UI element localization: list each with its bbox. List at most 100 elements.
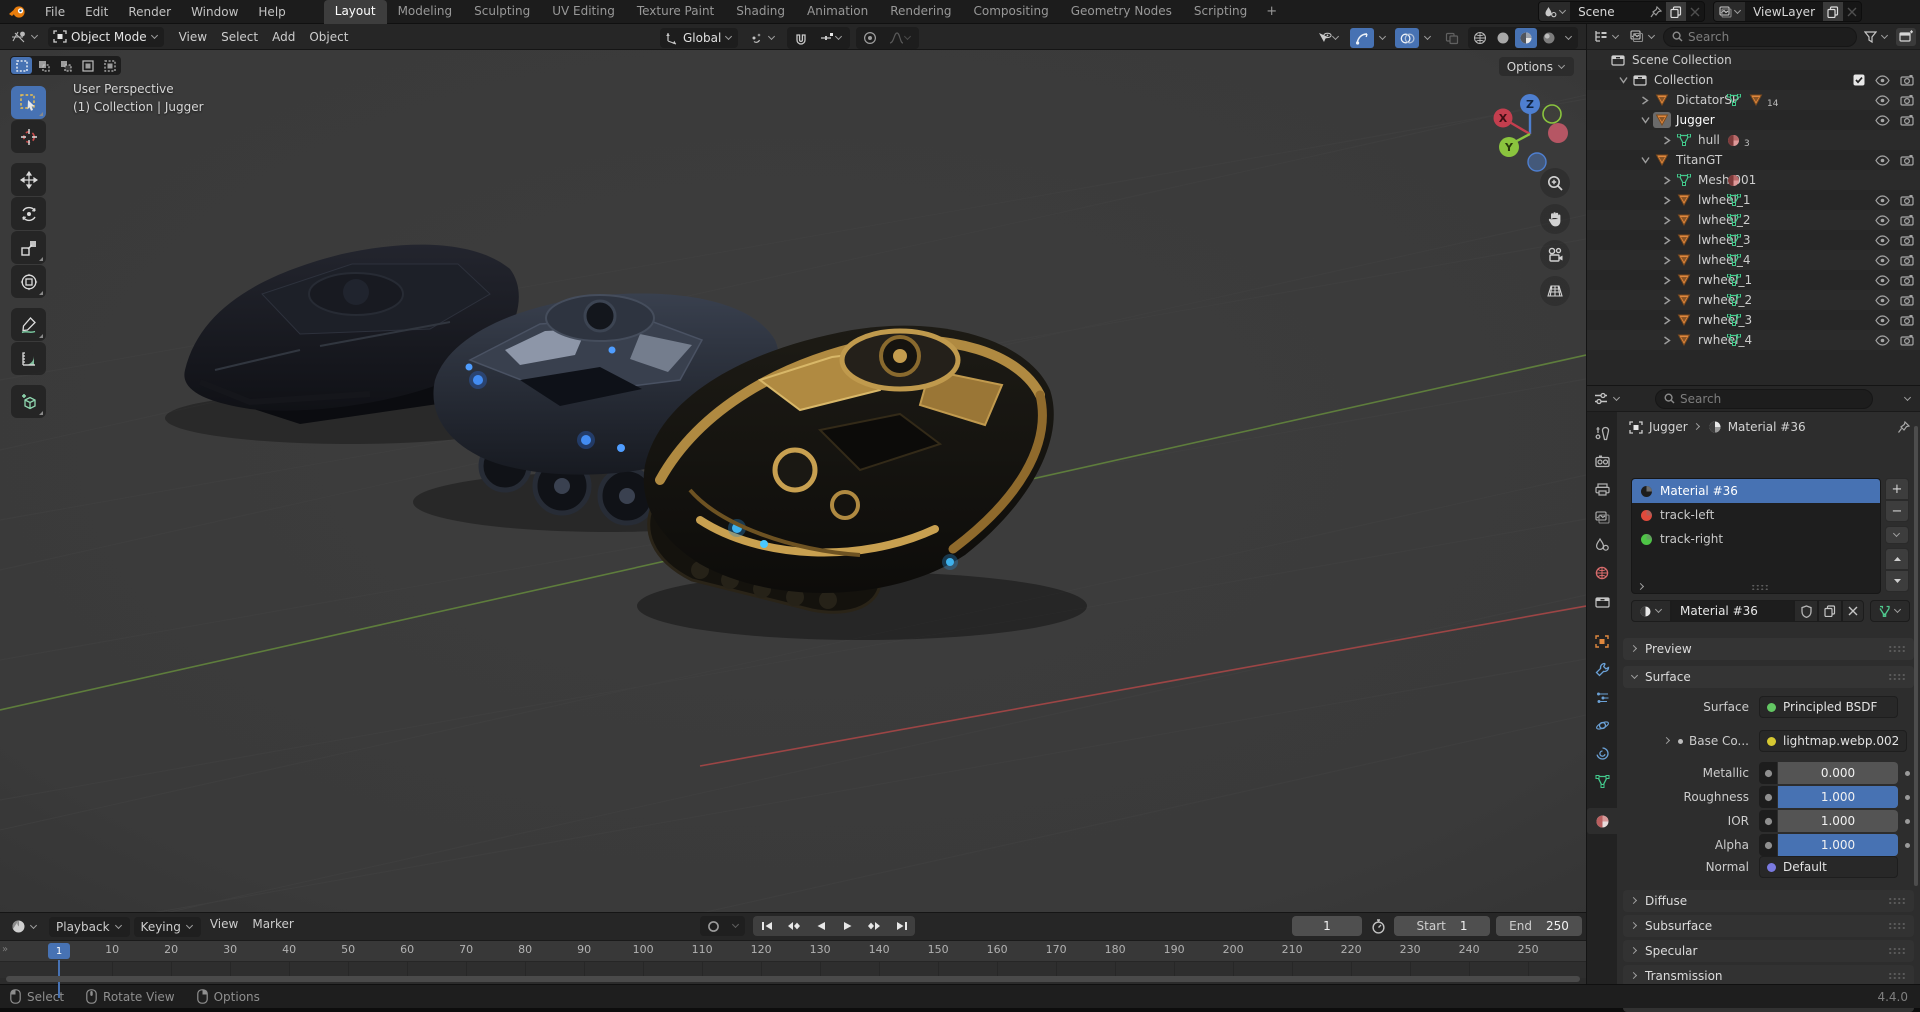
rotate-tool[interactable] xyxy=(11,197,46,230)
filter-icon[interactable] xyxy=(1861,27,1892,47)
remove-viewlayer-icon[interactable] xyxy=(1843,2,1861,21)
viewlayer-selector[interactable]: ViewLayer xyxy=(1713,1,1862,22)
snap-target-dropdown[interactable] xyxy=(814,28,848,48)
properties-tab-particles[interactable] xyxy=(1587,684,1617,710)
current-frame-field[interactable]: 1 xyxy=(1292,916,1362,936)
menu-help[interactable]: Help xyxy=(248,0,295,24)
properties-tab-world[interactable] xyxy=(1587,560,1617,586)
properties-tab-render[interactable] xyxy=(1587,448,1617,474)
ior-slider[interactable]: 1.000 xyxy=(1778,810,1898,832)
properties-options-chevron-icon[interactable] xyxy=(1904,395,1912,403)
move-tool[interactable] xyxy=(11,163,46,196)
material-slot-material-36[interactable]: Material #36 xyxy=(1632,479,1880,503)
outliner-row-rwheel-4[interactable]: rwheel_4 xyxy=(1587,330,1920,350)
timeline-ruler[interactable]: » 1 102030405060708090100110120130140150… xyxy=(0,941,1586,961)
transform-tool[interactable] xyxy=(11,265,46,298)
properties-tab-tool[interactable] xyxy=(1587,420,1617,446)
add-cube-tool[interactable] xyxy=(11,385,46,418)
next-keyframe-button[interactable] xyxy=(861,916,888,936)
timeline-scrollbar[interactable] xyxy=(6,976,1580,982)
specular-panel-header[interactable]: Specular xyxy=(1623,940,1914,962)
timeline-menu-marker[interactable]: Marker xyxy=(245,917,300,937)
hide-eye-icon[interactable] xyxy=(1875,315,1890,326)
cursor-tool[interactable] xyxy=(11,120,46,153)
workspace-tab-sculpting[interactable]: Sculpting xyxy=(463,0,541,24)
expand-icon[interactable] xyxy=(1659,276,1675,285)
preview-panel-header[interactable]: Preview xyxy=(1623,638,1914,660)
frame-end-field[interactable]: End250 xyxy=(1496,916,1582,936)
collapse-icon[interactable] xyxy=(1615,76,1631,84)
expand-icon[interactable] xyxy=(1659,236,1675,245)
breadcrumb-object[interactable]: Jugger xyxy=(1649,420,1688,434)
link-material-to-dropdown[interactable] xyxy=(1870,600,1910,622)
add-workspace-button[interactable]: + xyxy=(1258,4,1285,19)
jump-end-button[interactable] xyxy=(888,916,915,936)
viewlayer-name[interactable]: ViewLayer xyxy=(1745,5,1823,19)
menu-render[interactable]: Render xyxy=(118,0,181,24)
outliner-row-jugger[interactable]: Jugger xyxy=(1587,110,1920,130)
zoom-icon[interactable] xyxy=(1540,168,1570,198)
new-viewlayer-icon[interactable] xyxy=(1823,2,1843,21)
remove-slot-button[interactable]: − xyxy=(1885,500,1909,522)
disable-render-icon[interactable] xyxy=(1900,275,1914,286)
menu-window[interactable]: Window xyxy=(181,0,248,24)
orthographic-grid-icon[interactable] xyxy=(1540,276,1570,306)
properties-scrollbar[interactable] xyxy=(1914,426,1918,886)
expand-icon[interactable] xyxy=(1659,136,1675,145)
hide-eye-icon[interactable] xyxy=(1875,275,1890,286)
collapse-icon[interactable] xyxy=(1637,156,1653,164)
shading-wireframe-button[interactable] xyxy=(1469,28,1491,48)
outliner-row-lwheel-4[interactable]: lwheel_4 xyxy=(1587,250,1920,270)
viewport-menu-object[interactable]: Object xyxy=(302,30,355,44)
workspace-tab-scripting[interactable]: Scripting xyxy=(1183,0,1258,24)
socket-toggle[interactable] xyxy=(1759,810,1777,832)
properties-tab-scene[interactable] xyxy=(1587,532,1617,558)
outliner-row-rwheel-2[interactable]: rwheel_2 xyxy=(1587,290,1920,310)
expand-icon[interactable] xyxy=(1659,256,1675,265)
preview-range-icon[interactable] xyxy=(1368,919,1388,934)
properties-editor-type-button[interactable] xyxy=(1591,389,1624,409)
timeline-menu-keying[interactable]: Keying xyxy=(134,917,201,937)
socket-toggle[interactable] xyxy=(1759,834,1777,856)
select-mode-new-button[interactable] xyxy=(11,57,32,74)
outliner-row-lwheel-1[interactable]: lwheel_1 xyxy=(1587,190,1920,210)
hide-eye-icon[interactable] xyxy=(1875,335,1890,346)
socket-toggle[interactable] xyxy=(1759,786,1777,808)
expand-icon[interactable] xyxy=(1659,216,1675,225)
properties-tab-physics[interactable] xyxy=(1587,712,1617,738)
viewport-menu-select[interactable]: Select xyxy=(214,30,265,44)
disable-render-icon[interactable] xyxy=(1900,235,1914,246)
outliner-row-rwheel-1[interactable]: rwheel_1 xyxy=(1587,270,1920,290)
disable-render-icon[interactable] xyxy=(1900,95,1914,106)
prev-keyframe-button[interactable] xyxy=(780,916,807,936)
pin-scene-icon[interactable] xyxy=(1646,2,1666,21)
surface-shader-button[interactable]: Principled BSDF xyxy=(1759,696,1898,718)
duplicate-material-icon[interactable] xyxy=(1818,600,1842,622)
hide-eye-icon[interactable] xyxy=(1875,155,1890,166)
hide-eye-icon[interactable] xyxy=(1875,195,1890,206)
expand-icon[interactable] xyxy=(1659,336,1675,345)
material-name-field[interactable]: Material #36 xyxy=(1671,600,1794,622)
roughness-slider[interactable]: 1.000 xyxy=(1778,786,1898,808)
play-button[interactable] xyxy=(834,916,861,936)
expand-icon[interactable] xyxy=(1659,316,1675,325)
disable-render-icon[interactable] xyxy=(1900,295,1914,306)
properties-tab-material[interactable] xyxy=(1587,808,1617,834)
disable-render-icon[interactable] xyxy=(1900,195,1914,206)
disable-render-icon[interactable] xyxy=(1900,335,1914,346)
subsurface-panel-header[interactable]: Subsurface xyxy=(1623,915,1914,937)
diffuse-panel-header[interactable]: Diffuse xyxy=(1623,890,1914,912)
base-color-texture-button[interactable]: lightmap.webp.002 xyxy=(1759,730,1907,752)
disable-render-icon[interactable] xyxy=(1900,155,1914,166)
select-mode-intersect-button[interactable] xyxy=(99,57,120,74)
disable-render-icon[interactable] xyxy=(1900,315,1914,326)
frame-start-field[interactable]: Start1 xyxy=(1394,916,1490,936)
hide-eye-icon[interactable] xyxy=(1875,295,1890,306)
mode-dropdown[interactable]: Object Mode xyxy=(48,27,164,47)
timeline-menu-view[interactable]: View xyxy=(203,917,245,937)
outliner-row-collection[interactable]: Collection xyxy=(1587,70,1920,90)
pan-hand-icon[interactable] xyxy=(1540,204,1570,234)
material-slot-track-right[interactable]: track-right xyxy=(1632,527,1880,551)
shading-rendered-button[interactable] xyxy=(1538,28,1560,48)
new-scene-icon[interactable] xyxy=(1666,2,1686,21)
